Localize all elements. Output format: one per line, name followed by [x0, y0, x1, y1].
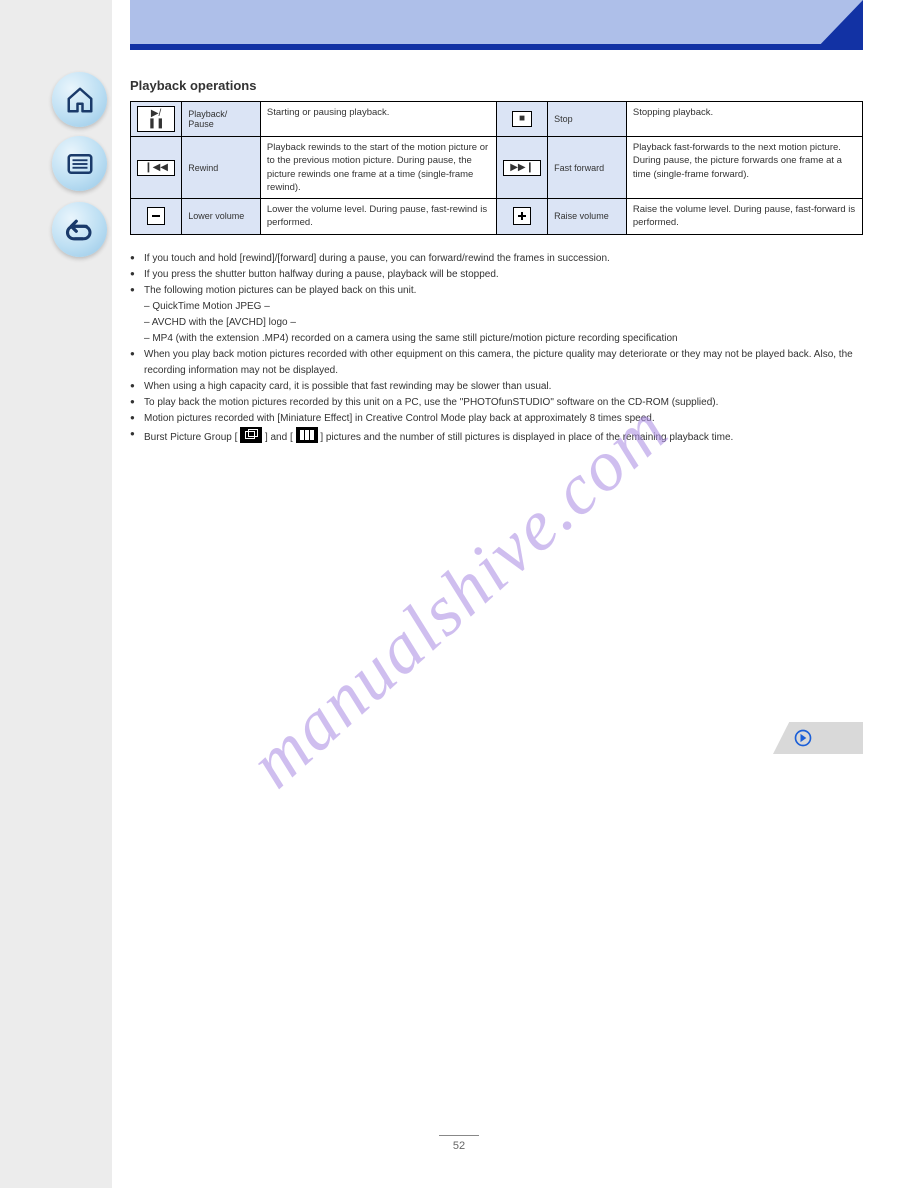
sidebar [0, 0, 112, 1188]
op-name: Fast forward [548, 137, 627, 199]
note-item: When you play back motion pictures recor… [130, 347, 863, 379]
nav-back-button[interactable] [52, 202, 107, 257]
note-item: If you touch and hold [rewind]/[forward]… [130, 251, 863, 267]
sub-note: – MP4 (with the extension .MP4) recorded… [144, 331, 863, 347]
sub-note: – QuickTime Motion JPEG – [144, 299, 863, 315]
note-item: Motion pictures recorded with [Miniature… [130, 411, 863, 427]
op-desc: Raise the volume level. During pause, fa… [626, 199, 862, 235]
continued-button[interactable] [773, 722, 863, 754]
sub-note: – AVCHD with the [AVCHD] logo – [144, 315, 863, 331]
op-name: Lower volume [182, 199, 261, 235]
back-icon [65, 215, 95, 245]
home-icon [65, 85, 95, 115]
note-item: The following motion pictures can be pla… [130, 283, 863, 347]
multi-exposure-icon [240, 427, 262, 443]
page-header-bar [130, 0, 863, 50]
op-name: Playback/ Pause [182, 102, 261, 137]
note-item: When using a high capacity card, it is p… [130, 379, 863, 395]
op-icon-plus [496, 199, 547, 235]
op-desc: Playback fast-forwards to the next motio… [626, 137, 862, 199]
note-item: If you press the shutter button halfway … [130, 267, 863, 283]
playback-operations-table: ▶/❚❚ Playback/ Pause Starting or pausing… [130, 101, 863, 235]
arrow-right-circle-icon [793, 728, 813, 748]
op-desc: Lower the volume level. During pause, fa… [260, 199, 496, 235]
note-item: To play back the motion pictures recorde… [130, 395, 863, 411]
burst-icon [296, 427, 318, 443]
table-row: ❙◀◀ Rewind Playback rewinds to the start… [131, 137, 863, 199]
op-icon-minus [131, 199, 182, 235]
op-desc: Starting or pausing playback. [260, 102, 496, 137]
main-content: Playback operations ▶/❚❚ Playback/ Pause… [130, 0, 863, 446]
op-icon-rewind: ❙◀◀ [131, 137, 182, 199]
note-item: Burst Picture Group [ ] and [ ] pictures… [130, 427, 863, 446]
section-title: Playback operations [130, 78, 863, 93]
table-row: Lower volume Lower the volume level. Dur… [131, 199, 863, 235]
op-icon-stop: ■ [496, 102, 547, 137]
nav-menu-button[interactable] [52, 136, 107, 191]
op-name: Stop [548, 102, 627, 137]
op-desc: Playback rewinds to the start of the mot… [260, 137, 496, 199]
notes-list: If you touch and hold [rewind]/[forward]… [130, 251, 863, 446]
op-icon-play-pause: ▶/❚❚ [131, 102, 182, 137]
menu-icon [65, 149, 95, 179]
op-icon-fastfwd: ▶▶❙ [496, 137, 547, 199]
op-name: Raise volume [548, 199, 627, 235]
op-desc: Stopping playback. [626, 102, 862, 137]
page-number: 52 [439, 1135, 479, 1152]
nav-home-button[interactable] [52, 72, 107, 127]
table-row: ▶/❚❚ Playback/ Pause Starting or pausing… [131, 102, 863, 137]
op-name: Rewind [182, 137, 261, 199]
